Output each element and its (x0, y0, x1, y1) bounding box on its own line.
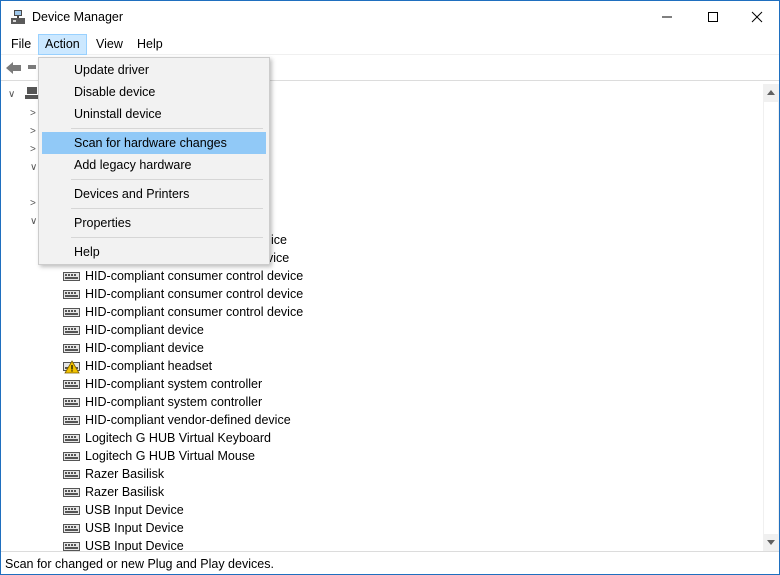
chevron-down-icon[interactable]: ∨ (8, 89, 15, 100)
hid-device-icon (63, 520, 80, 536)
device-row[interactable]: HID-compliant headset (1, 357, 761, 375)
scroll-up-button[interactable] (763, 84, 779, 101)
device-label: HID-compliant consumer control device (85, 269, 304, 283)
device-row[interactable]: Razer Basilisk (1, 465, 761, 483)
chevron-right-icon[interactable]: > (30, 108, 36, 119)
menu-file[interactable]: File (5, 34, 37, 55)
device-label: HID-compliant consumer control device (85, 287, 304, 301)
device-row[interactable]: Logitech G HUB Virtual Mouse (1, 447, 761, 465)
menu-item-scan-hardware-changes[interactable]: Scan for hardware changes (42, 132, 266, 154)
chevron-right-icon[interactable]: > (30, 198, 36, 209)
minimize-icon (662, 16, 672, 18)
status-text: Scan for changed or new Plug and Play de… (5, 557, 274, 571)
device-row[interactable]: HID-compliant consumer control device (1, 285, 761, 303)
close-icon (751, 11, 763, 23)
device-label: Razer Basilisk (85, 485, 165, 499)
device-row[interactable]: HID-compliant device (1, 321, 761, 339)
device-label: USB Input Device (85, 521, 184, 535)
menu-item-add-legacy-hardware[interactable]: Add legacy hardware (42, 154, 266, 176)
hid-device-icon (63, 412, 80, 428)
warning-device-icon (63, 358, 80, 374)
hid-device-icon (63, 286, 80, 302)
device-label: HID-compliant device (85, 323, 204, 337)
menu-bar: File Action View Help (1, 33, 779, 55)
hid-device-icon (63, 538, 80, 551)
menu-item-properties[interactable]: Properties (42, 212, 266, 234)
chevron-right-icon[interactable]: > (30, 126, 36, 137)
hid-device-icon (63, 376, 80, 392)
hid-device-icon (63, 484, 80, 500)
device-row[interactable]: USB Input Device (1, 519, 761, 537)
close-button[interactable] (734, 1, 780, 33)
hid-device-icon (63, 304, 80, 320)
device-label: USB Input Device (85, 503, 184, 517)
chevron-down-icon[interactable]: ∨ (30, 162, 37, 173)
menu-item-devices-and-printers[interactable]: Devices and Printers (42, 183, 266, 205)
menu-separator (71, 128, 263, 129)
device-label: Logitech G HUB Virtual Keyboard (85, 431, 271, 445)
device-label: USB Input Device (85, 539, 184, 551)
device-label: HID-compliant headset (85, 359, 213, 373)
hid-device-icon (63, 322, 80, 338)
hid-device-icon (63, 340, 80, 356)
hid-device-icon (63, 502, 80, 518)
device-label: HID-compliant system controller (85, 395, 263, 409)
menu-help[interactable]: Help (131, 34, 169, 55)
menu-separator (71, 237, 263, 238)
hid-device-icon (63, 448, 80, 464)
menu-separator (71, 208, 263, 209)
maximize-icon (708, 12, 718, 22)
computer-icon (25, 87, 39, 99)
hid-device-icon (63, 394, 80, 410)
hid-device-icon (63, 268, 80, 284)
scroll-down-button[interactable] (763, 534, 779, 551)
device-manager-app-icon (11, 10, 25, 24)
menu-view[interactable]: View (90, 34, 129, 55)
device-row[interactable]: HID-compliant vendor-defined device (1, 411, 761, 429)
device-row[interactable]: HID-compliant consumer control device (1, 267, 761, 285)
device-label: Razer Basilisk (85, 467, 165, 481)
device-label: Logitech G HUB Virtual Mouse (85, 449, 255, 463)
chevron-right-icon[interactable]: > (30, 144, 36, 155)
chevron-down-icon[interactable]: ∨ (30, 216, 37, 227)
device-manager-window: Device Manager File Action View Help ∨ >… (0, 0, 780, 575)
title-bar[interactable]: Device Manager (1, 1, 779, 33)
minimize-button[interactable] (644, 1, 690, 33)
menu-separator (71, 179, 263, 180)
device-label: HID-compliant system controller (85, 377, 263, 391)
back-arrow-icon[interactable] (5, 60, 23, 76)
scroll-up-arrow-icon (767, 90, 775, 95)
menu-item-disable-device[interactable]: Disable device (42, 81, 266, 103)
hid-device-icon (63, 430, 80, 446)
window-title: Device Manager (32, 10, 124, 24)
scroll-thumb[interactable] (764, 102, 778, 534)
device-row[interactable]: HID-compliant device (1, 339, 761, 357)
scroll-down-arrow-icon (767, 540, 775, 545)
device-row[interactable]: HID-compliant system controller (1, 393, 761, 411)
menu-item-help[interactable]: Help (42, 241, 266, 263)
menu-item-update-driver[interactable]: Update driver (42, 59, 266, 81)
device-label: HID-compliant vendor-defined device (85, 413, 291, 427)
maximize-button[interactable] (690, 1, 736, 33)
action-dropdown-menu: Update driver Disable device Uninstall d… (38, 57, 270, 265)
vertical-scrollbar[interactable] (763, 84, 779, 551)
menu-item-uninstall-device[interactable]: Uninstall device (42, 103, 266, 125)
hid-device-icon (63, 466, 80, 482)
device-row[interactable]: HID-compliant consumer control device (1, 303, 761, 321)
device-row[interactable]: HID-compliant system controller (1, 375, 761, 393)
device-row[interactable]: USB Input Device (1, 501, 761, 519)
menu-action[interactable]: Action (38, 34, 87, 55)
forward-arrow-icon[interactable] (28, 64, 36, 70)
status-bar: Scan for changed or new Plug and Play de… (1, 551, 779, 574)
device-label: HID-compliant consumer control device (85, 305, 304, 319)
device-label: HID-compliant device (85, 341, 204, 355)
device-row[interactable]: USB Input Device (1, 537, 761, 551)
device-row[interactable]: Logitech G HUB Virtual Keyboard (1, 429, 761, 447)
device-row[interactable]: Razer Basilisk (1, 483, 761, 501)
